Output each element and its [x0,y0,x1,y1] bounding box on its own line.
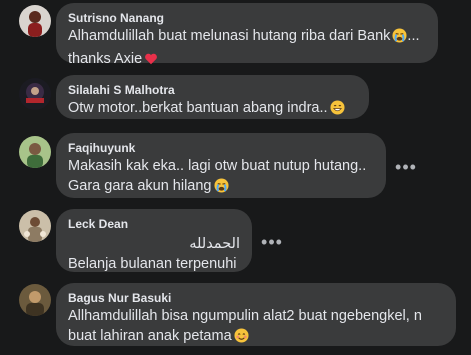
avatar[interactable] [19,284,51,316]
comment-text-line: Otw motor..berkat bantuan abang indra.. [68,98,357,121]
comment-text-line: Gara gara akun hilang [68,176,374,199]
comment-bubble: Silalahi S Malhotra Otw motor..berkat ba… [56,75,369,119]
comment-text-line: Makasih kak eka.. lagi otw buat nutup hu… [68,158,367,174]
more-options-button[interactable]: ••• [392,153,420,181]
smiling-face-icon [234,328,249,349]
comment-bubble: Bagus Nur Basuki Allhamdulillah bisa ngu… [56,283,456,346]
comment-author[interactable]: Faqihuyunk [68,140,374,156]
comment-author[interactable]: Leck Dean [68,216,240,232]
grinning-face-icon [330,100,345,121]
comment-bubble: Sutrisno Nanang Alhamdulillah buat melun… [56,3,438,67]
comment-author[interactable]: Bagus Nur Basuki [68,290,444,306]
comment-text-line: Allhamdulillah bisa ngumpulin alat2 buat… [68,308,422,324]
comment-author[interactable]: Sutrisno Nanang [68,10,426,26]
comment-bubble: Leck Dean الحمدلله Belanja bulanan terpe… [56,209,252,272]
comment-bubble: Faqihuyunk Makasih kak eka.. lagi otw bu… [56,133,386,198]
avatar[interactable] [19,78,51,110]
crying-face-icon [392,28,407,49]
comment-text-line: buat lahiran anak petama [68,326,444,349]
red-heart-icon [144,52,158,72]
comment-text-line: الحمدلله [189,236,240,252]
comment-text-line: Alhamdulillah buat melunasi hutang riba … [68,26,426,49]
comment-author[interactable]: Silalahi S Malhotra [68,82,357,98]
crying-face-icon [213,178,229,199]
more-options-button[interactable]: ••• [258,228,286,256]
comment-text-line: Belanja bulanan terpenuhi [68,256,237,272]
avatar[interactable] [19,210,51,242]
avatar[interactable] [19,136,51,168]
avatar[interactable] [19,5,51,37]
comment-text-line: thanks Axie [68,49,426,72]
